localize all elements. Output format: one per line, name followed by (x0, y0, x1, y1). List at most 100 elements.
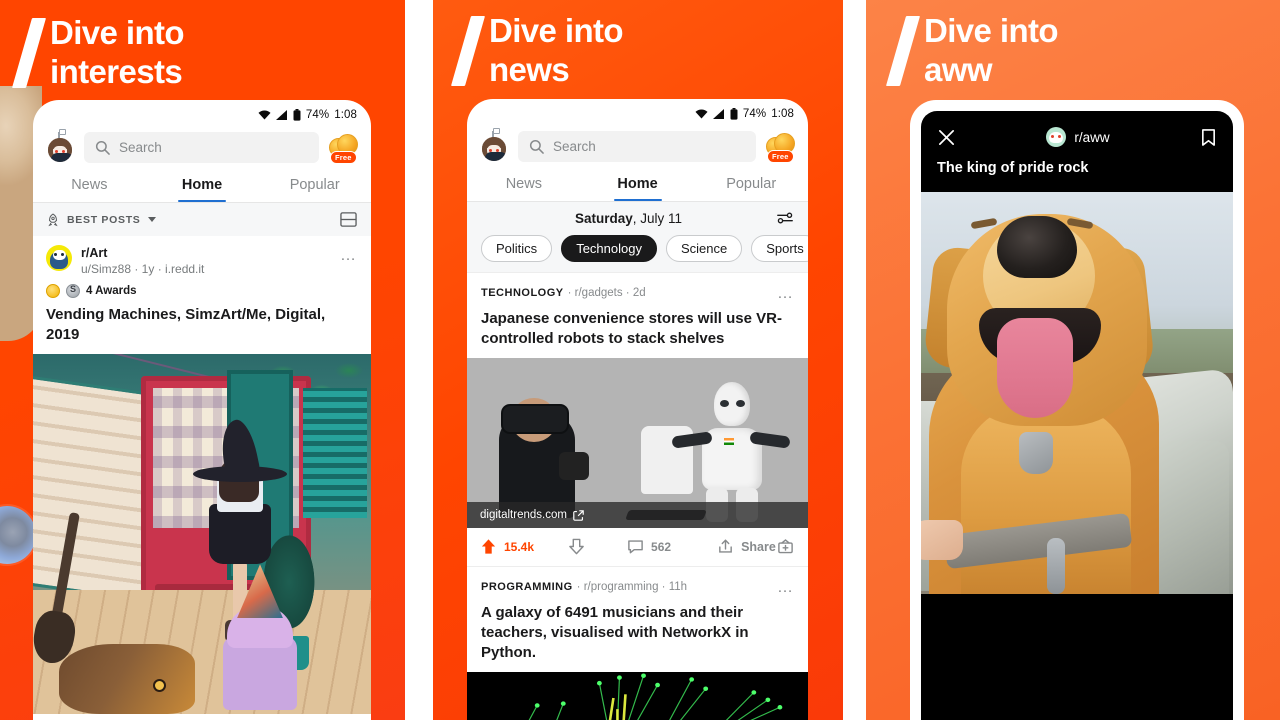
news-image-network-graph[interactable] (467, 672, 808, 720)
clock-time: 1:08 (771, 108, 794, 120)
subreddit-avatar (46, 245, 72, 271)
search-icon (95, 140, 110, 155)
battery-percent: 74% (742, 108, 767, 120)
search-input[interactable]: Search (518, 131, 756, 162)
post-byline: u/Simz88 · 1y · i.redd.it (81, 261, 205, 276)
chip-sports[interactable]: Sports (751, 235, 808, 262)
tab-bar-1: News Home Popular (33, 171, 371, 202)
app-screen-1: 74% 1:08 Search Free News Home Popular B… (33, 100, 371, 720)
chevron-down-icon[interactable] (147, 217, 156, 222)
slash-icon (11, 18, 47, 88)
headline-line-2: aww (924, 50, 992, 88)
comments-button[interactable]: 562 (627, 538, 671, 555)
tab-news[interactable]: News (33, 171, 146, 202)
post-image-dog[interactable] (921, 191, 1233, 594)
tab-home[interactable]: Home (581, 170, 695, 201)
upvote-button[interactable]: 15.4k (480, 538, 534, 555)
tab-home[interactable]: Home (146, 171, 259, 202)
category-chip-row[interactable]: Politics Technology Science Sports (467, 233, 808, 272)
status-bar-1: 74% 1:08 (33, 100, 371, 126)
layout-toggle-icon[interactable] (340, 211, 357, 228)
promo-panel-news: Dive into news 74% 1:08 Search Free News… (433, 0, 843, 720)
coins-button[interactable]: Free (329, 133, 359, 164)
phone-mockup-2: 74% 1:08 Search Free News Home Popular S… (467, 99, 808, 720)
filter-icon[interactable] (776, 209, 794, 227)
source-bar[interactable]: digitaltrends.com (467, 502, 808, 529)
battery-icon (293, 109, 301, 121)
post-title[interactable]: Vending Machines, SimzArt/Me, Digital, 2… (46, 298, 357, 354)
news-post-2[interactable]: PROGRAMMING · r/programming · 11h … A ga… (467, 566, 808, 720)
promo-panel-aww: Dive into aww r/aww The king of pride ro… (866, 0, 1280, 720)
search-icon (529, 139, 544, 154)
wifi-icon (258, 110, 271, 120)
headline-line-1: Dive into (50, 14, 185, 51)
app-screen-3: r/aww The king of pride rock (921, 111, 1233, 720)
chip-technology[interactable]: Technology (561, 235, 657, 262)
comment-count: 562 (651, 539, 672, 554)
avatar[interactable] (46, 128, 74, 162)
news-category: PROGRAMMING (481, 580, 573, 593)
overflow-menu-icon[interactable]: … (777, 577, 794, 596)
date-row: Saturday, July 11 (467, 202, 808, 233)
chip-science[interactable]: Science (665, 235, 743, 262)
free-badge: Free (330, 150, 357, 164)
search-placeholder: Search (553, 139, 596, 154)
headline-news: Dive into news (450, 12, 624, 89)
coins-button[interactable]: Free (766, 132, 796, 163)
headline-interests: Dive into interests (11, 14, 185, 91)
signal-icon (712, 109, 725, 119)
current-date: Saturday, July 11 (481, 211, 776, 226)
post-card[interactable]: r/Art u/Simz88 · 1y · i.redd.it … 4 Awar… (33, 236, 371, 355)
close-x-icon[interactable] (937, 128, 956, 147)
bookmark-icon[interactable] (1200, 128, 1217, 147)
app-top-bar-1: Search Free (33, 126, 371, 171)
tab-popular[interactable]: Popular (258, 171, 371, 202)
overflow-menu-icon[interactable]: … (340, 245, 357, 264)
sort-label: BEST POSTS (67, 213, 141, 226)
news-image-vr-robot[interactable]: digitaltrends.com (467, 358, 808, 529)
upvote-count: 15.4k (504, 539, 535, 554)
headline-aww: Dive into aww (885, 12, 1059, 89)
post-image-artwork[interactable] (33, 354, 371, 715)
status-bar-2: 74% 1:08 (467, 99, 808, 125)
news-post-1[interactable]: TECHNOLOGY · r/gadgets · 2d … Japanese c… (467, 272, 808, 567)
clock-time: 1:08 (334, 109, 357, 121)
subreddit-link[interactable]: r/aww (1046, 127, 1110, 147)
headline-line-2: interests (50, 52, 183, 90)
news-category: TECHNOLOGY (481, 286, 564, 299)
news-title[interactable]: Japanese convenience stores will use VR-… (467, 302, 808, 358)
source-domain: digitaltrends.com (480, 509, 567, 522)
dark-post-footer-space (921, 593, 1233, 720)
signal-icon (275, 110, 288, 120)
overflow-menu-icon[interactable]: … (777, 283, 794, 302)
phone-mockup-3: r/aww The king of pride rock (910, 100, 1244, 720)
neighbor-artwork-bleed-circle (0, 506, 36, 564)
tab-bar-2: News Home Popular (467, 170, 808, 201)
rocket-icon (46, 212, 60, 227)
avatar-head (48, 137, 72, 162)
battery-percent: 74% (305, 109, 330, 121)
dark-post-title: The king of pride rock (937, 160, 1089, 176)
downvote-button[interactable] (568, 538, 585, 555)
news-meta: · r/programming · 11h (576, 580, 688, 593)
tab-news[interactable]: News (467, 170, 581, 201)
subreddit-name: r/aww (1074, 129, 1110, 145)
wifi-icon (695, 109, 708, 119)
post-subreddit[interactable]: r/Art (81, 245, 331, 262)
give-award-button[interactable] (777, 538, 794, 555)
date-weekday: Saturday (574, 210, 633, 226)
search-placeholder: Search (119, 140, 162, 155)
tab-popular[interactable]: Popular (694, 170, 808, 201)
date-remainder: , July 11 (632, 210, 683, 226)
post-awards[interactable]: 4 Awards (46, 277, 357, 299)
avatar[interactable] (480, 127, 508, 161)
headline-line-2: news (489, 50, 570, 88)
phone-mockup-1: 74% 1:08 Search Free News Home Popular B… (33, 100, 371, 720)
free-badge: Free (767, 149, 794, 163)
news-title[interactable]: A galaxy of 6491 musicians and their tea… (467, 596, 808, 672)
chip-politics[interactable]: Politics (481, 235, 553, 262)
search-input[interactable]: Search (84, 132, 319, 163)
avatar-head (482, 136, 506, 161)
award-gold-icon (46, 284, 60, 299)
share-button[interactable]: Share (717, 538, 776, 555)
